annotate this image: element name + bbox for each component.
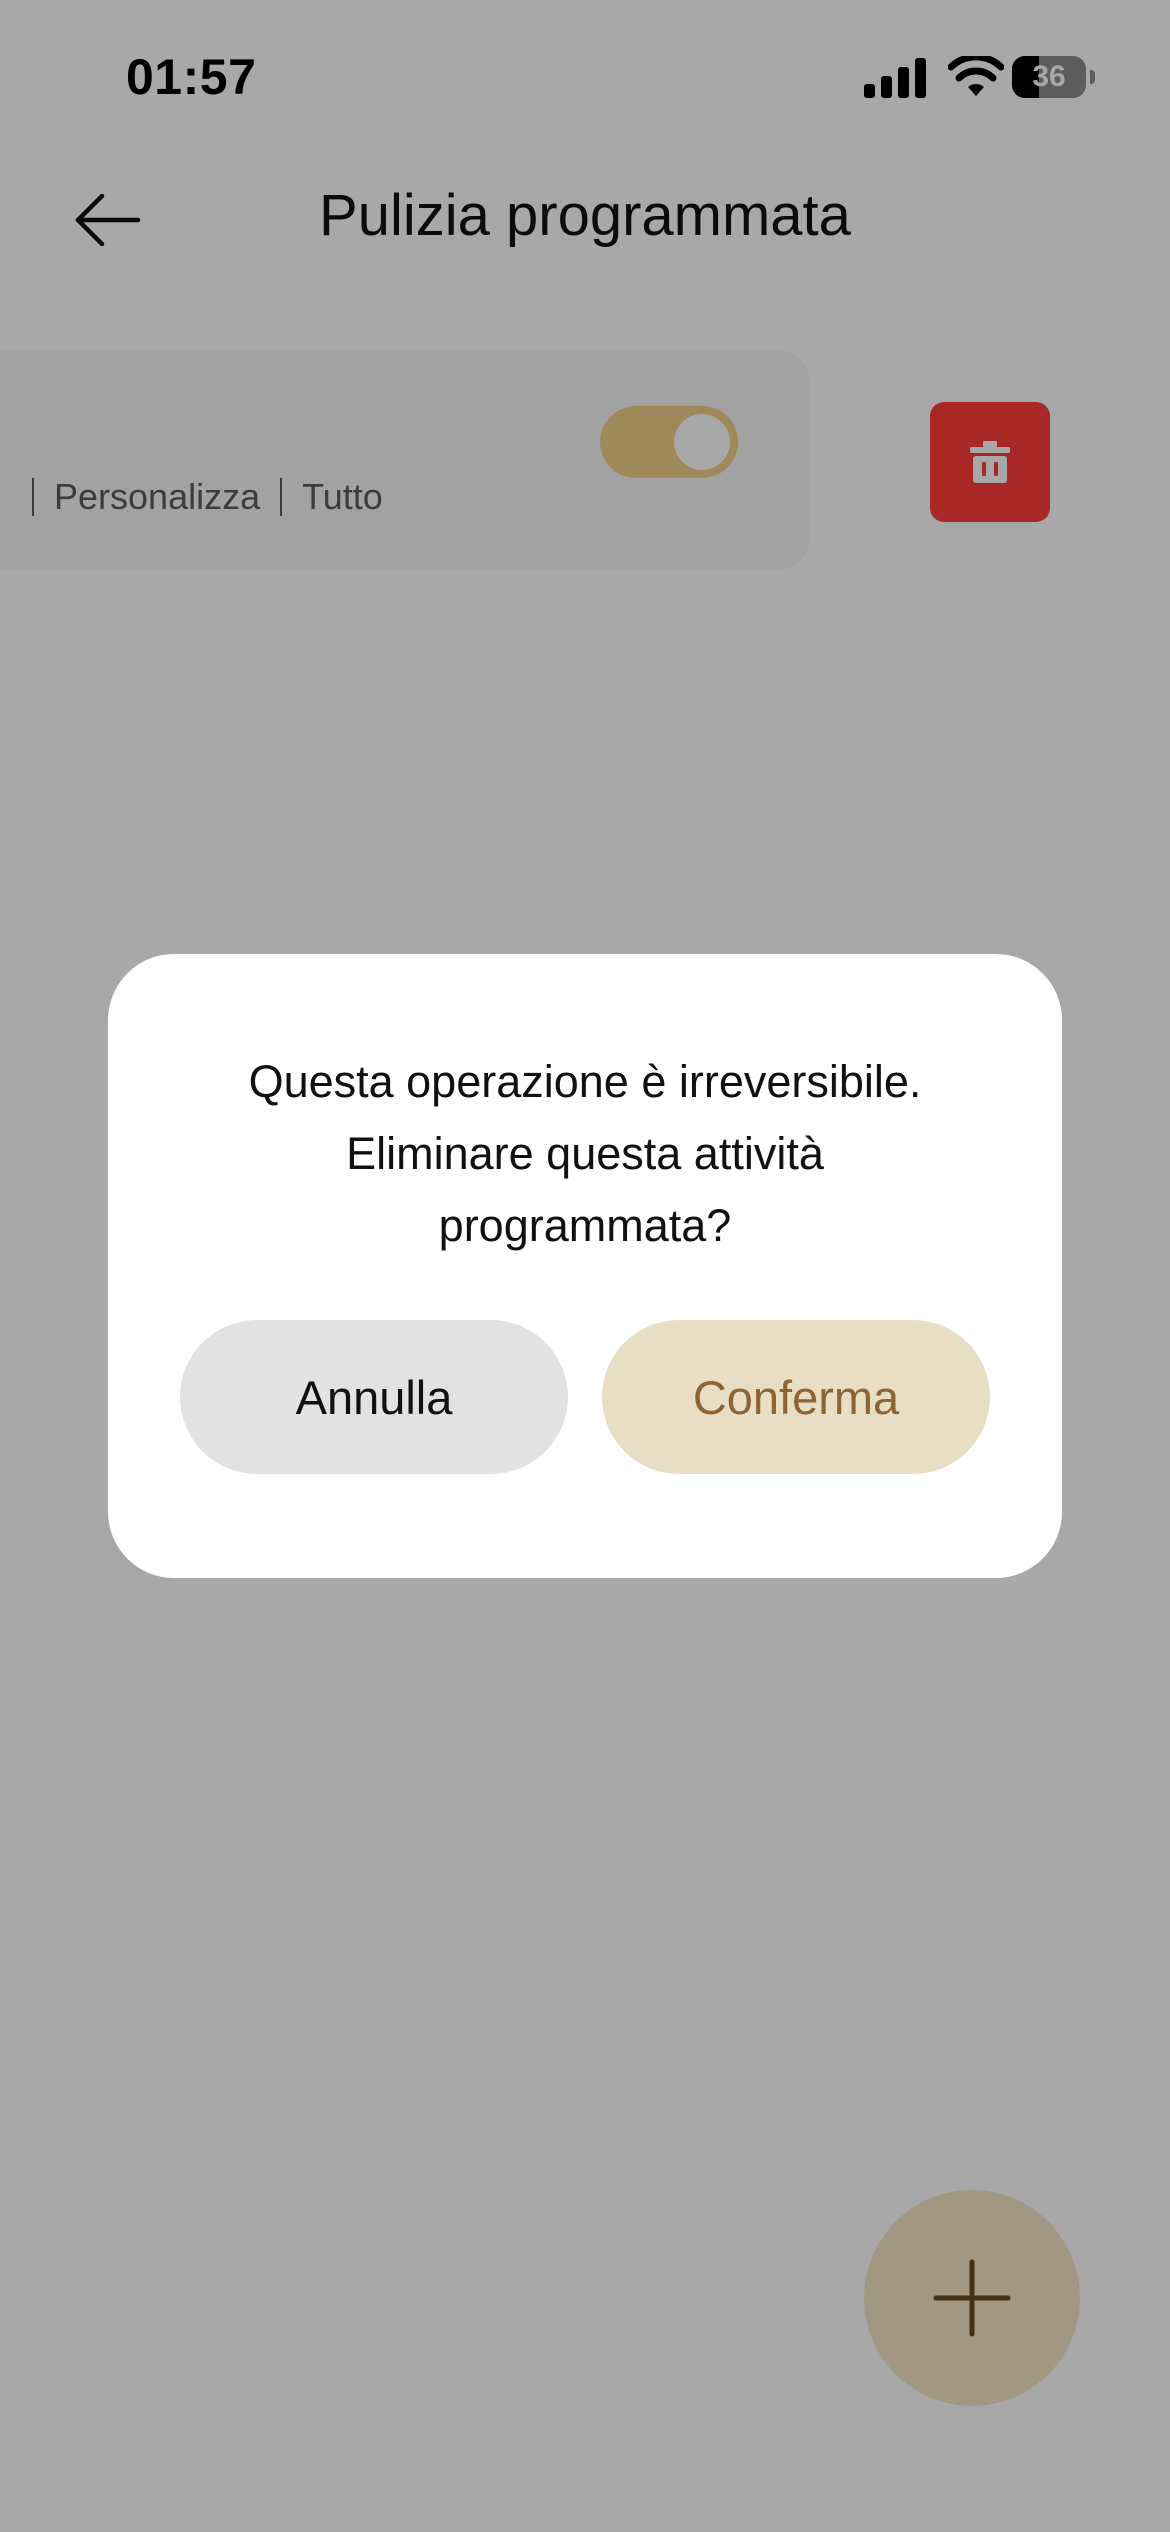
dialog-buttons: Annulla Conferma xyxy=(180,1320,990,1474)
cancel-button[interactable]: Annulla xyxy=(180,1320,568,1474)
dialog-message: Questa operazione è irreversibile. Elimi… xyxy=(168,1046,1002,1262)
dialog-message-line: programmata? xyxy=(438,1200,732,1251)
dialog-message-line: Questa operazione è irreversibile. xyxy=(248,1056,922,1107)
dialog-message-line: Eliminare questa attività xyxy=(346,1128,824,1179)
delete-confirm-dialog: Questa operazione è irreversibile. Elimi… xyxy=(108,954,1062,1578)
confirm-button[interactable]: Conferma xyxy=(602,1320,990,1474)
